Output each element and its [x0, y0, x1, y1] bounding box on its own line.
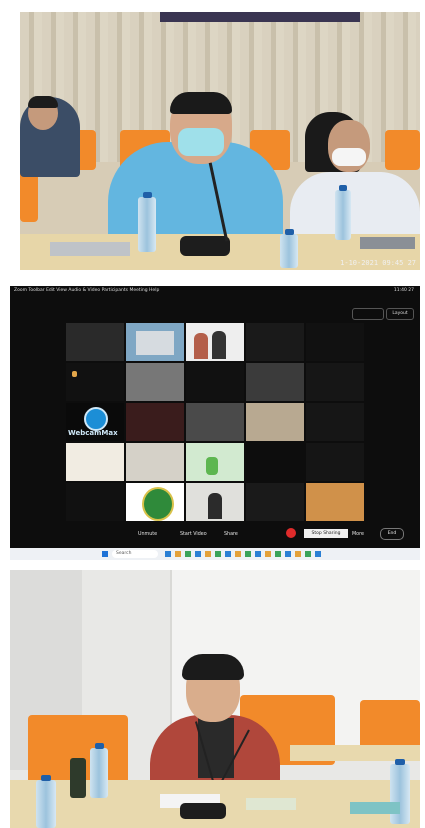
- face-mask: [178, 128, 224, 156]
- zoom-screenshot: Zoom Toolbar Edit View Audio & Video Par…: [10, 286, 420, 560]
- video-tile[interactable]: [66, 363, 124, 401]
- video-tile-people[interactable]: [186, 323, 244, 361]
- menu-item[interactable]: Zoom: [14, 288, 27, 293]
- menu-item[interactable]: View: [56, 288, 67, 293]
- video-tile[interactable]: [126, 403, 184, 441]
- document: [246, 798, 296, 810]
- water-bottle: [36, 775, 56, 828]
- menu-item[interactable]: Audio & Video: [68, 288, 100, 293]
- video-tile[interactable]: [246, 483, 304, 521]
- video-tile[interactable]: [186, 403, 244, 441]
- menu-item[interactable]: Toolbar: [28, 288, 44, 293]
- water-bottle: [138, 192, 156, 252]
- unmute-button[interactable]: Unmute: [138, 532, 157, 537]
- video-tile[interactable]: [126, 363, 184, 401]
- taskbar-search[interactable]: Search: [112, 550, 158, 558]
- windows-taskbar: Search: [10, 548, 420, 560]
- folder: [350, 802, 400, 814]
- share-button[interactable]: Share: [224, 532, 238, 537]
- laptop: [360, 237, 415, 249]
- video-tile[interactable]: [246, 323, 304, 361]
- webcammax-logo-text: WebcamMax: [68, 429, 118, 437]
- video-tile[interactable]: [66, 443, 124, 481]
- water-bottle: [280, 229, 298, 268]
- more-button[interactable]: More: [352, 532, 364, 537]
- video-tile-logo[interactable]: [126, 483, 184, 521]
- woman-hair: [182, 654, 244, 680]
- stop-share-button[interactable]: Stop Sharing: [304, 529, 348, 538]
- view-button[interactable]: [352, 308, 384, 320]
- video-tile[interactable]: [246, 443, 304, 481]
- hair: [28, 96, 58, 108]
- photo-timestamp: 1-10-2021 09:45 27: [340, 259, 416, 267]
- video-tile[interactable]: [186, 363, 244, 401]
- end-button[interactable]: End: [380, 528, 404, 540]
- menu-item[interactable]: Meeting: [129, 288, 147, 293]
- thermos: [70, 758, 86, 798]
- menu-item[interactable]: Edit: [46, 288, 55, 293]
- video-tile[interactable]: [66, 323, 124, 361]
- video-tile[interactable]: [306, 443, 364, 481]
- chair: [385, 130, 420, 170]
- video-tile[interactable]: [306, 483, 364, 521]
- video-tile[interactable]: [306, 323, 364, 361]
- menu-item[interactable]: Help: [149, 288, 159, 293]
- windows-start-icon[interactable]: [102, 551, 108, 557]
- start-video-button[interactable]: Start Video: [180, 532, 207, 537]
- water-bottle: [335, 185, 351, 240]
- speaker-hair: [170, 92, 232, 114]
- banner: [160, 12, 360, 22]
- zoom-menu-bar: Zoom Toolbar Edit View Audio & Video Par…: [14, 288, 159, 293]
- video-tile[interactable]: [306, 403, 364, 441]
- meeting-photo-top: 1-10-2021 09:45 27: [20, 12, 420, 270]
- video-tile-webcammax[interactable]: WebcamMax: [66, 403, 124, 441]
- video-tile-person[interactable]: [186, 483, 244, 521]
- water-bottle: [390, 759, 410, 824]
- video-tile-green-shapes[interactable]: [186, 443, 244, 481]
- document: [50, 242, 130, 256]
- microphone-base: [180, 803, 226, 819]
- video-tile[interactable]: [306, 363, 364, 401]
- video-tile[interactable]: [246, 363, 304, 401]
- record-icon[interactable]: [286, 528, 296, 538]
- meeting-photo-bottom: [10, 570, 420, 828]
- face-mask: [332, 148, 366, 166]
- video-tile[interactable]: [126, 443, 184, 481]
- taskbar-app-icons[interactable]: [165, 551, 325, 557]
- video-tile[interactable]: [246, 403, 304, 441]
- video-tile[interactable]: [66, 483, 124, 521]
- layout-button[interactable]: Layout: [386, 308, 414, 320]
- menu-item[interactable]: Participants: [102, 288, 128, 293]
- water-bottle: [90, 743, 108, 798]
- microphone-base: [180, 236, 230, 256]
- window-clock: 11:40 27: [393, 288, 414, 293]
- video-tile-room[interactable]: [126, 323, 184, 361]
